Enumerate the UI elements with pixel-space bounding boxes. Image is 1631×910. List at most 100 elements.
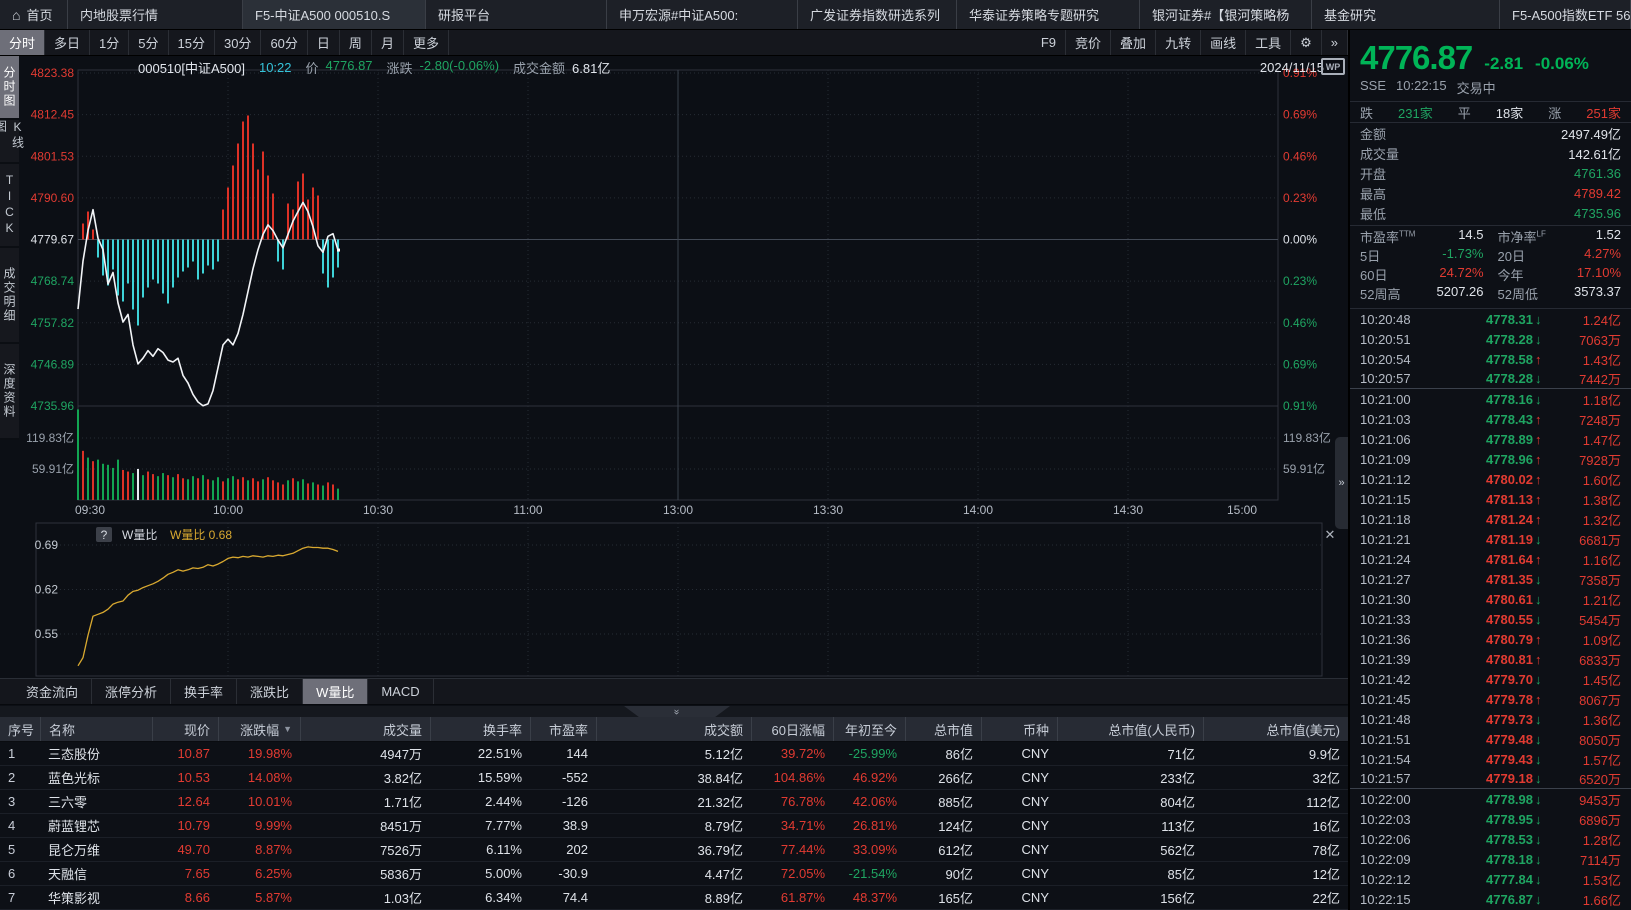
gear-icon[interactable]: ⚙: [1291, 30, 1322, 55]
tick-row[interactable]: 10:22:154776.87↓1.66亿: [1350, 889, 1631, 909]
tick-row[interactable]: 10:20:484778.31↓1.24亿: [1350, 309, 1631, 329]
top-tab-8[interactable]: 基金研究: [1312, 0, 1500, 29]
table-row[interactable]: 4蔚蓝锂芯10.799.99%8451万7.77%38.98.79亿34.71%…: [0, 814, 1348, 838]
tick-row[interactable]: 10:21:514779.48↓8050万: [1350, 729, 1631, 749]
column-header-1[interactable]: 名称: [40, 717, 152, 741]
top-tab-4[interactable]: 申万宏源#中证A500:: [607, 0, 798, 29]
table-row[interactable]: 7华策影视8.665.87%1.03亿6.34%74.48.89亿61.87%4…: [0, 886, 1348, 910]
column-header-0[interactable]: 序号: [0, 717, 40, 741]
period-button-多日[interactable]: 多日: [45, 30, 90, 55]
top-tab-2[interactable]: F5-中证A500 000510.S: [243, 0, 426, 29]
column-header-2[interactable]: 现价: [152, 717, 218, 741]
table-row[interactable]: 3三六零12.6410.01%1.71亿2.44%-12621.32亿76.78…: [0, 790, 1348, 814]
column-header-8[interactable]: 60日涨幅: [751, 717, 833, 741]
rail-item-2[interactable]: TICK: [0, 164, 19, 248]
svg-text:0.69%: 0.69%: [1283, 108, 1317, 122]
panel-splitter[interactable]: «: [0, 706, 1348, 717]
intraday-chart[interactable]: 4823.384812.454801.534790.604779.674768.…: [0, 56, 1348, 678]
tool-button-工具[interactable]: 工具: [1246, 30, 1291, 55]
indicator-tab-W量比[interactable]: W量比: [303, 679, 368, 704]
top-tab-5[interactable]: 广发证券指数研选系列: [798, 0, 957, 29]
top-tab-1[interactable]: 内地股票行情: [68, 0, 243, 29]
indicator-close-icon[interactable]: ✕: [1325, 527, 1336, 542]
tick-row[interactable]: 10:21:094778.96↑7928万: [1350, 449, 1631, 469]
tick-row[interactable]: 10:21:394780.81↑6833万: [1350, 649, 1631, 669]
period-button-日[interactable]: 日: [308, 30, 340, 55]
period-button-15分[interactable]: 15分: [169, 30, 215, 55]
table-row[interactable]: 5昆仑万维49.708.87%7526万6.11%20236.79亿77.44%…: [0, 838, 1348, 862]
tool-button-画线[interactable]: 画线: [1201, 30, 1246, 55]
tool-button-F9[interactable]: F9: [1032, 30, 1066, 55]
indicator-tab-MACD[interactable]: MACD: [368, 679, 433, 704]
tick-row[interactable]: 10:21:274781.35↓7358万: [1350, 569, 1631, 589]
period-button-60分[interactable]: 60分: [261, 30, 307, 55]
column-header-13[interactable]: 总市值(美元): [1203, 717, 1348, 741]
column-header-12[interactable]: 总市值(人民币): [1057, 717, 1203, 741]
column-header-6[interactable]: 市盈率: [530, 717, 596, 741]
tick-row[interactable]: 10:21:064778.89↑1.47亿: [1350, 429, 1631, 449]
tick-time: 10:20:48: [1360, 312, 1432, 327]
period-button-30分[interactable]: 30分: [215, 30, 261, 55]
tick-row[interactable]: 10:21:244781.64↑1.16亿: [1350, 549, 1631, 569]
tool-button-竞价[interactable]: 竞价: [1066, 30, 1111, 55]
top-tab-7[interactable]: 银河证券#【银河策略杨: [1140, 0, 1312, 29]
rail-item-1[interactable]: K线图: [0, 120, 19, 164]
period-button-更多[interactable]: 更多: [404, 30, 449, 55]
table-row[interactable]: 6天融信7.656.25%5836万5.00%-30.94.47亿72.05%-…: [0, 862, 1348, 886]
panel-collapse-handle[interactable]: »: [1335, 437, 1348, 529]
tick-row[interactable]: 10:22:094778.18↓7114万: [1350, 849, 1631, 869]
column-header-4[interactable]: 成交量: [300, 717, 430, 741]
tick-row[interactable]: 10:21:214781.19↓6681万: [1350, 529, 1631, 549]
indicator-tab-换手率[interactable]: 换手率: [171, 679, 237, 704]
tool-button-叠加[interactable]: 叠加: [1111, 30, 1156, 55]
table-row[interactable]: 2蓝色光标10.5314.08%3.82亿15.59%-55238.84亿104…: [0, 766, 1348, 790]
top-tab-6[interactable]: 华泰证券策略专题研究: [957, 0, 1140, 29]
tick-row[interactable]: 10:21:484779.73↓1.36亿: [1350, 709, 1631, 729]
tick-time: 10:21:54: [1360, 752, 1432, 767]
tick-row[interactable]: 10:22:064778.53↓1.28亿: [1350, 829, 1631, 849]
top-tab-3[interactable]: 研报平台: [426, 0, 607, 29]
tick-row[interactable]: 10:21:544779.43↓1.57亿: [1350, 749, 1631, 769]
tick-row[interactable]: 10:21:454779.78↑8067万: [1350, 689, 1631, 709]
column-header-10[interactable]: 总市值: [905, 717, 981, 741]
rail-item-0[interactable]: 分时图: [0, 56, 19, 120]
column-header-7[interactable]: 成交额: [596, 717, 751, 741]
rail-item-4[interactable]: 深度资料: [0, 344, 19, 440]
tick-row[interactable]: 10:21:424779.70↓1.45亿: [1350, 669, 1631, 689]
tick-row[interactable]: 10:22:124777.84↓1.53亿: [1350, 869, 1631, 889]
tick-row[interactable]: 10:20:514778.28↓7063万: [1350, 329, 1631, 349]
tick-row[interactable]: 10:21:574779.18↓6520万: [1350, 769, 1631, 789]
tick-row[interactable]: 10:21:184781.24↑1.32亿: [1350, 509, 1631, 529]
period-button-1分[interactable]: 1分: [90, 30, 129, 55]
tick-row[interactable]: 10:21:124780.02↑1.60亿: [1350, 469, 1631, 489]
period-button-分时[interactable]: 分时: [0, 30, 45, 55]
wp-badge-icon[interactable]: WP: [1321, 58, 1345, 75]
toolbar-overflow-icon[interactable]: »: [1322, 30, 1348, 55]
column-header-5[interactable]: 换手率: [430, 717, 530, 741]
splitter-handle[interactable]: «: [624, 706, 730, 717]
period-button-5分[interactable]: 5分: [129, 30, 168, 55]
tick-row[interactable]: 10:21:304780.61↓1.21亿: [1350, 589, 1631, 609]
tick-row[interactable]: 10:21:334780.55↓5454万: [1350, 609, 1631, 629]
period-button-周[interactable]: 周: [340, 30, 372, 55]
column-header-11[interactable]: 币种: [981, 717, 1057, 741]
rail-item-3[interactable]: 成交明细: [0, 248, 19, 344]
tick-row[interactable]: 10:21:364780.79↑1.09亿: [1350, 629, 1631, 649]
tick-row[interactable]: 10:21:034778.43↑7248万: [1350, 409, 1631, 429]
column-header-3[interactable]: 涨跌幅▼: [218, 717, 300, 741]
column-header-9[interactable]: 年初至今: [833, 717, 905, 741]
period-button-月[interactable]: 月: [372, 30, 404, 55]
table-row[interactable]: 1三态股份10.8719.98%4947万22.51%1445.12亿39.72…: [0, 742, 1348, 766]
tick-row[interactable]: 10:22:034778.95↓6896万: [1350, 809, 1631, 829]
indicator-tab-涨跌比[interactable]: 涨跌比: [237, 679, 303, 704]
top-tab-9[interactable]: F5-A500指数ETF 56: [1500, 0, 1631, 29]
indicator-tab-涨停分析[interactable]: 涨停分析: [92, 679, 171, 704]
indicator-tab-资金流向[interactable]: 资金流向: [13, 679, 92, 704]
tick-row[interactable]: 10:20:574778.28↓7442万: [1350, 369, 1631, 389]
tool-button-九转[interactable]: 九转: [1156, 30, 1201, 55]
tick-row[interactable]: 10:21:004778.16↓1.18亿: [1350, 389, 1631, 409]
tick-row[interactable]: 10:20:544778.58↑1.43亿: [1350, 349, 1631, 369]
tick-row[interactable]: 10:21:154781.13↑1.38亿: [1350, 489, 1631, 509]
tick-row[interactable]: 10:22:004778.98↓9453万: [1350, 789, 1631, 809]
top-tab-0[interactable]: ⌂首页: [0, 0, 68, 29]
